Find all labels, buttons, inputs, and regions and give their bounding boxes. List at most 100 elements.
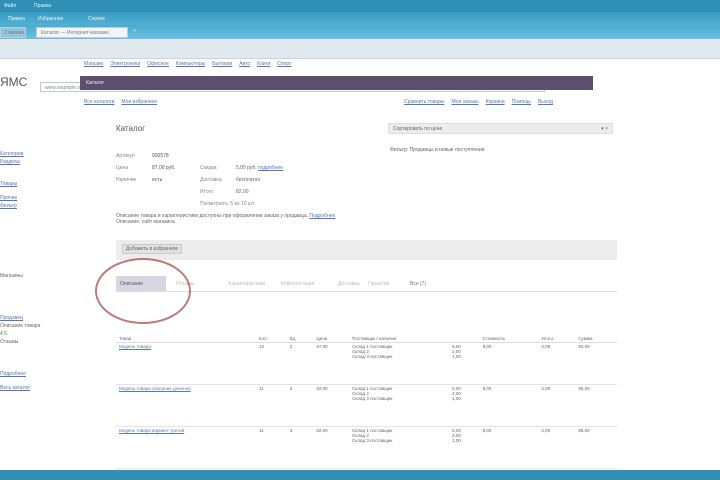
nav-link[interactable]: Спорт [277,61,291,67]
sidebar-item[interactable]: Прочие [0,194,60,202]
breadcrumb: Каталог [80,76,593,90]
subnav-link[interactable]: Мои избранное [121,99,157,105]
page-title: Каталог [116,124,146,133]
status-bar [0,470,720,480]
cell-price: 87,00 [316,344,328,349]
table-row: Модель товара 10 2 87,00 Склад 1 поставщ… [116,343,617,385]
account-link[interactable]: Корзина [486,99,505,105]
column-header[interactable]: Сумма [575,335,617,343]
nav-link[interactable]: Бытовая [212,61,232,67]
sub-nav: Все каталоги Мои избранное [84,99,164,105]
description: Описание товара и характеристики доступн… [116,213,406,225]
account-links: Сравнить товары Мои заказы Корзина Помощь Вы… [404,99,560,105]
menu-item[interactable]: Сервис [88,16,105,22]
product-fields: Артикул 000578 Цена 87,00 руб. Наличие есть [116,150,175,186]
cell-total: 2,00 [541,428,551,433]
main-nav: Магазин Электроника Офисное Компьютеры Бытов… [84,61,298,67]
column-header[interactable]: Кол. [256,335,287,343]
cell-price: 82,00 [316,386,328,391]
nav-link[interactable]: Авто [239,61,250,67]
menu-item[interactable]: Избранное [38,16,63,22]
address-bar: www.example.ru/catalog/item ⌕ [0,39,720,92]
tab-bar: Главная Каталог — Интернет-магазин + [0,25,720,39]
column-header[interactable]: Стоимость [480,335,539,343]
nav-link[interactable]: Компьютеры [176,61,205,67]
tab[interactable]: Доставка [338,281,359,287]
sidebar-item[interactable]: Товары [0,180,60,188]
sort-select-value: Сортировать по цене [393,126,443,132]
sub-tabs: Описание Отзывы Характеристики Комплекта… [116,276,617,292]
sidebar-item[interactable]: Разделы [0,158,60,166]
stock-note: Посмотреть: 5 из 10 шт. [200,201,256,207]
tab[interactable]: Гарантия [368,281,389,287]
tab[interactable]: Все (7) [410,281,426,287]
sidebar-item[interactable]: Продавец [0,314,60,322]
supplier-line: Склад 3 поставщик [352,438,393,443]
sidebar-item[interactable]: Отзывы [0,338,60,346]
tab-home[interactable]: Главная [0,27,26,38]
subnav-link[interactable]: Все каталоги [84,99,114,105]
account-link[interactable]: Выход [538,99,553,105]
product-link[interactable]: Модель товара описание длинное [119,386,191,391]
field-value: есть [152,177,163,183]
nav-link[interactable]: Электроника [110,61,140,67]
cell-total: 2,00 [541,344,551,349]
field-label: Наличие [116,177,137,183]
tab[interactable]: Комплектация [281,281,314,287]
filter-note: Фильтр: Продавцы и новые поступления [390,147,485,153]
table-row: Модель товара описание длинное 11 3 82,0… [116,385,617,427]
supplier-line: Склад 3 поставщик [352,354,393,359]
field-label: Доставка [200,177,222,183]
description-link[interactable]: Подробнее [309,213,335,219]
cell-cost: 8,00 [482,344,492,349]
menu-bar: Правка Избранное Сервис [0,12,720,25]
title-item[interactable]: Правка [34,3,51,9]
sidebar: Категории Разделы Товары Прочие Фильтр М… [0,150,60,392]
column-header[interactable]: Товар [116,335,256,343]
cell-sum: 85,00 [578,386,590,391]
supplier-value: 1,00 [452,396,461,401]
column-header[interactable]: Итого [539,335,576,343]
title-item[interactable]: Файл [4,3,16,9]
column-header[interactable]: Поставщик / наличие [349,335,449,343]
add-favorite-button[interactable]: Добавить в избранное [122,244,183,254]
nav-link[interactable]: Книги [257,61,270,67]
field-label: Артикул [116,153,135,159]
section-bar: Добавить в избранное [116,240,617,260]
account-link[interactable]: Сравнить товары [404,99,444,105]
product-link[interactable]: Модель товара вариант третий [119,428,184,433]
sidebar-item[interactable]: Магазины [0,272,60,280]
product-link[interactable]: Модель товара [119,344,151,349]
account-link[interactable]: Мои заказы [451,99,478,105]
rating: 4.5 [0,331,7,337]
new-tab-icon[interactable]: + [133,28,136,34]
menu-item[interactable]: Правка [8,16,25,22]
column-header[interactable]: Цена [313,335,349,343]
column-header[interactable]: Ед. [287,335,314,343]
details-link[interactable]: подробнее [258,165,283,171]
cell-unit: 3 [289,428,293,433]
sidebar-item[interactable]: Категории [0,150,60,158]
column-header [449,335,480,343]
sidebar-item[interactable]: Весь каталог [0,384,60,392]
tab-active[interactable]: Каталог — Интернет-магазин [36,27,128,38]
nav-link[interactable]: Магазин [84,61,103,67]
field-value: 5,00 руб. [236,165,257,171]
cell-sum: 85,00 [578,428,590,433]
nav-link[interactable]: Офисное [147,61,169,67]
chevron-down-icon: ▾ × [601,126,608,132]
sort-select[interactable]: Сортировать по цене ▾ × [388,123,613,134]
account-link[interactable]: Помощь [512,99,531,105]
field-label: Цена [116,165,129,171]
field-label: Скидка [200,165,217,171]
cell-qty: 11 [259,428,264,433]
tab[interactable]: Характеристики [228,281,265,287]
sidebar-item[interactable]: Подробнее [0,370,60,378]
field-value: 87,00 руб. [152,165,176,171]
sidebar-item[interactable]: Фильтр [0,202,60,210]
sidebar-item: Описание товара [0,323,41,329]
cell-cost: 8,00 [482,386,492,391]
annotation-circle [95,258,191,324]
cell-sum: 90,00 [578,344,590,349]
description-text-2: Описание: сайт магазина [116,219,175,225]
